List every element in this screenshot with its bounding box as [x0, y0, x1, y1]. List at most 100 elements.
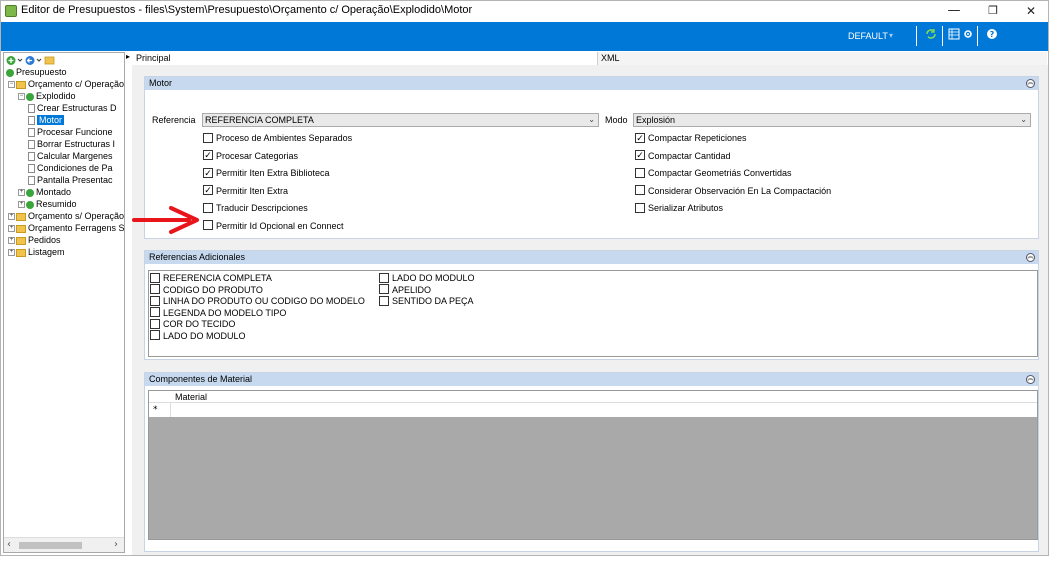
tree-horizontal-scrollbar[interactable]: ‹ › — [4, 537, 124, 552]
expand-icon[interactable]: + — [18, 189, 25, 197]
maximize-button[interactable]: ❐ — [977, 1, 1009, 22]
motor-option-checkbox[interactable]: ✓ Procesar Categorias — [203, 150, 298, 162]
referencia-checkbox[interactable]: REFERENCIA COMPLETA — [150, 272, 272, 284]
node-icon — [26, 92, 34, 101]
checkbox-icon[interactable] — [635, 167, 645, 178]
checkbox-checked-icon[interactable]: ✓ — [203, 167, 213, 178]
checkbox-checked-icon[interactable]: ✓ — [635, 150, 645, 161]
motor-option-checkbox[interactable]: Considerar Observación En La Compactació… — [635, 185, 831, 197]
new-row[interactable]: * — [149, 403, 1037, 417]
motor-option-checkbox[interactable]: Permitir Id Opcional en Connect — [203, 220, 344, 232]
checkbox-icon[interactable] — [635, 202, 645, 213]
referencia-checkbox[interactable]: APELIDO — [379, 284, 431, 296]
tree-item[interactable]: Condiciones de Pa — [28, 162, 113, 174]
tree-item[interactable]: + Orçamento s/ Operação — [8, 210, 124, 222]
motor-option-checkbox[interactable]: ✓ Compactar Repeticiones — [635, 132, 747, 144]
checkbox-icon[interactable] — [635, 185, 645, 196]
folder-icon[interactable] — [44, 56, 55, 65]
collapse-icon[interactable]: ︽ — [1026, 253, 1035, 262]
main-content: Motor ︽ Referencia REFERENCIA COMPLETA ⌄… — [132, 65, 1048, 555]
tree-item[interactable]: Calcular Margenes — [28, 150, 113, 162]
tree-item[interactable]: + Pedidos — [8, 234, 61, 246]
scroll-thumb[interactable] — [19, 542, 82, 549]
componentes-panel: Componentes de Material ︽ Material * — [144, 372, 1039, 552]
dropdown-arrow[interactable] — [36, 58, 42, 62]
referencia-select[interactable]: REFERENCIA COMPLETA ⌄ — [202, 113, 599, 127]
checkbox-checked-icon[interactable]: ✓ — [203, 150, 213, 161]
tree-item[interactable]: + Orçamento Ferragens S — [8, 222, 125, 234]
checkbox-checked-icon[interactable]: ✓ — [635, 132, 645, 143]
motor-option-checkbox[interactable]: Traducir Descripciones — [203, 202, 308, 214]
referencia-checkbox[interactable]: CODIGO DO PRODUTO — [150, 284, 263, 296]
referencia-checkbox[interactable]: LEGENDA DO MODELO TIPO — [150, 307, 286, 319]
tree-item[interactable]: + Resumido — [18, 198, 77, 210]
dropdown-arrow[interactable] — [17, 58, 23, 62]
tree-item[interactable]: Motor — [28, 114, 65, 126]
tab-xml[interactable]: XML — [597, 52, 1047, 65]
add-icon[interactable] — [6, 56, 16, 65]
expand-icon[interactable]: + — [8, 237, 15, 245]
checkbox-icon[interactable] — [379, 284, 389, 295]
tree-item[interactable]: − Explodido — [18, 90, 76, 102]
scroll-left-icon[interactable]: ‹ — [7, 539, 11, 550]
tree-item[interactable]: Pantalla Presentac — [28, 174, 113, 186]
motor-option-checkbox[interactable]: Serializar Atributos — [635, 202, 723, 214]
motor-option-checkbox[interactable]: Proceso de Ambientes Separados — [203, 132, 352, 144]
tree-item[interactable]: Presupuesto — [6, 66, 67, 78]
checkbox-icon[interactable] — [379, 295, 389, 306]
motor-panel-title: Motor — [149, 78, 173, 88]
folder-icon — [16, 80, 26, 89]
referencia-checkbox[interactable]: LINHA DO PRODUTO OU CODIGO DO MODELO — [150, 295, 365, 307]
scroll-right-icon[interactable]: › — [114, 539, 118, 550]
tab-principal[interactable]: Principal — [136, 52, 171, 65]
checkbox-icon[interactable] — [150, 284, 160, 295]
profile-dropdown-icon[interactable]: ▾ — [889, 31, 893, 40]
toolbar-separator — [977, 26, 978, 46]
referencia-checkbox[interactable]: LADO DO MODULO — [379, 272, 475, 284]
tree-item[interactable]: + Listagem — [8, 246, 65, 258]
tree-item[interactable]: + Montado — [18, 186, 71, 198]
checkbox-icon[interactable] — [150, 295, 160, 306]
refresh-icon[interactable] — [923, 28, 939, 44]
material-column-header[interactable]: Material — [175, 392, 207, 402]
modo-select[interactable]: Explosión ⌄ — [633, 113, 1031, 127]
profile-label[interactable]: DEFAULT — [848, 31, 888, 41]
tree-item-label: Orçamento Ferragens S — [28, 223, 125, 233]
motor-option-checkbox[interactable]: ✓ Permitir Iten Extra Biblioteca — [203, 167, 330, 179]
motor-option-checkbox[interactable]: ✓ Permitir Iten Extra — [203, 185, 288, 197]
collapse-icon[interactable]: − — [8, 81, 15, 89]
close-button[interactable]: ✕ — [1015, 1, 1047, 22]
tree-item[interactable]: Procesar Funcione — [28, 126, 113, 138]
componentes-panel-header: Componentes de Material ︽ — [145, 373, 1038, 386]
checkbox-checked-icon[interactable]: ✓ — [203, 185, 213, 196]
motor-option-checkbox[interactable]: ✓ Compactar Cantidad — [635, 150, 731, 162]
help-icon[interactable]: ? — [984, 28, 1000, 44]
tree-item[interactable]: Crear Estructuras D — [28, 102, 117, 114]
tree-item[interactable]: − Orçamento c/ Operação — [8, 78, 124, 90]
motor-option-checkbox[interactable]: Compactar Geometriás Convertidas — [635, 167, 792, 179]
collapse-icon[interactable]: − — [18, 93, 25, 101]
back-icon[interactable] — [25, 56, 35, 65]
expand-icon[interactable]: + — [8, 213, 15, 221]
referencia-checkbox[interactable]: LADO DO MODULO — [150, 330, 246, 342]
gear-icon[interactable] — [960, 28, 976, 44]
checkbox-icon[interactable] — [150, 318, 160, 329]
folder-icon — [16, 212, 26, 221]
minimize-button[interactable]: — — [938, 1, 970, 22]
checkbox-icon[interactable] — [150, 307, 160, 318]
expand-icon[interactable]: + — [8, 225, 15, 233]
checkbox-label: REFERENCIA COMPLETA — [163, 273, 272, 283]
checkbox-icon[interactable] — [150, 330, 160, 341]
collapse-icon[interactable]: ︽ — [1026, 79, 1035, 88]
referencia-checkbox[interactable]: COR DO TECIDO — [150, 318, 235, 330]
referencia-checkbox[interactable]: SENTIDO DA PEÇA — [379, 295, 474, 307]
checkbox-icon[interactable] — [203, 132, 213, 143]
tree-item[interactable]: Borrar Estructuras I — [28, 138, 115, 150]
tree-item-label: Condiciones de Pa — [37, 163, 113, 173]
expand-icon[interactable]: + — [18, 201, 25, 209]
checkbox-icon[interactable] — [150, 272, 160, 283]
checkbox-icon[interactable] — [379, 272, 389, 283]
expand-icon[interactable]: + — [8, 249, 15, 257]
collapse-icon[interactable]: ︽ — [1026, 375, 1035, 384]
modo-label: Modo — [605, 115, 628, 125]
